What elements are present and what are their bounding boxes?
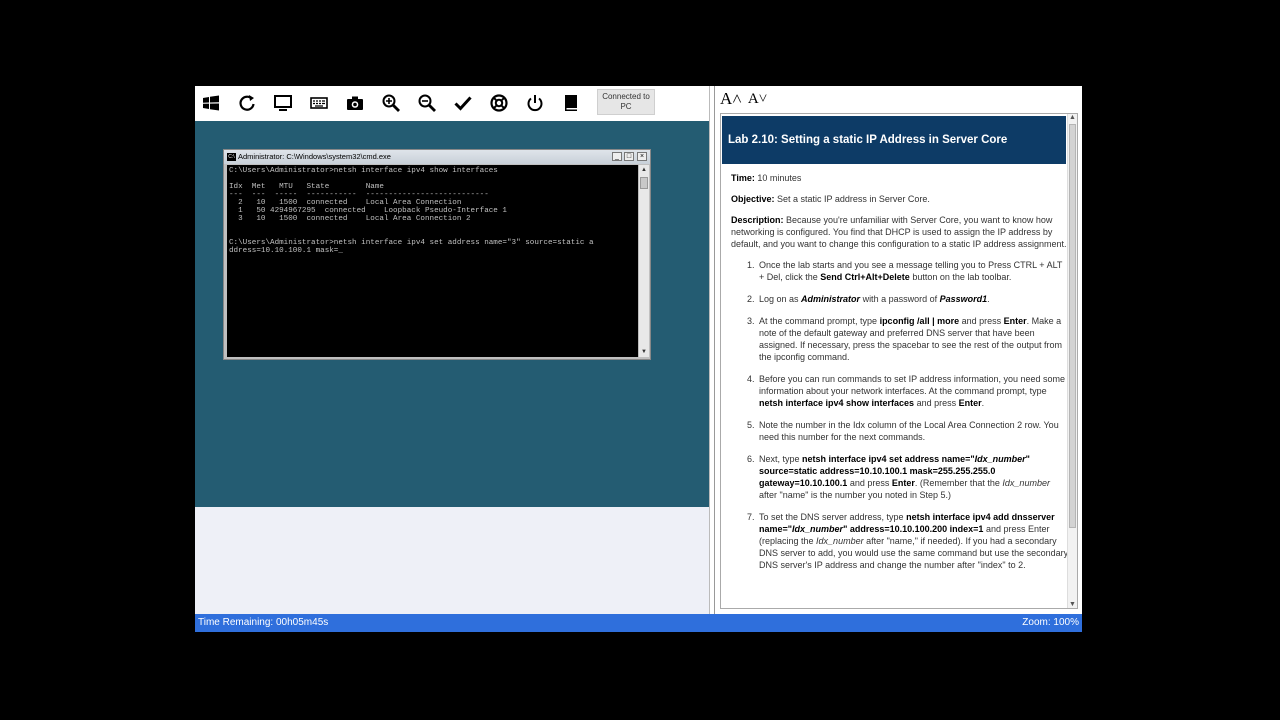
toolbar: Connected to PC <box>195 86 709 120</box>
lab-description: Description: Because you're unfamiliar w… <box>731 215 1067 249</box>
step-text: To set the DNS server address, type nets… <box>759 512 1069 570</box>
close-button[interactable]: × <box>637 152 647 161</box>
cmd-titlebar[interactable]: C:\ Administrator: C:\Windows\system32\cm… <box>224 150 650 164</box>
lab-step: 3. At the command prompt, type ipconfig /… <box>747 315 1069 363</box>
power-icon[interactable] <box>523 91 547 115</box>
step-number: 6. <box>747 454 755 464</box>
step-number: 7. <box>747 512 755 522</box>
book-icon[interactable] <box>559 91 583 115</box>
console-line: ddress=10.10.100.1 mask=_ <box>229 247 343 255</box>
cmd-title: Administrator: C:\Windows\system32\cmd.e… <box>238 152 391 161</box>
lab-step: 6. Next, type netsh interface ipv4 set ad… <box>747 453 1069 501</box>
time-remaining: Time Remaining: 00h05m45s <box>198 617 329 628</box>
zoom-level: Zoom: 100% <box>1022 617 1079 628</box>
keyboard-icon[interactable] <box>307 91 331 115</box>
lab-instructions[interactable]: Lab 2.10: Setting a static IP Address in… <box>720 113 1078 609</box>
scroll-down-icon[interactable]: ▼ <box>639 347 649 357</box>
lab-steps: 1. Once the lab starts and you see a mess… <box>747 259 1069 571</box>
check-icon[interactable] <box>451 91 475 115</box>
minimize-button[interactable]: _ <box>612 152 622 161</box>
refresh-icon[interactable] <box>235 91 259 115</box>
font-decrease-button[interactable]: A˅ <box>748 91 767 111</box>
cmd-scrollbar[interactable]: ▲ ▼ <box>638 165 649 357</box>
lab-time: Time: 10 minutes <box>731 173 802 183</box>
lab-content: Time: 10 minutes Objective: Set a static… <box>731 172 1069 581</box>
console-line: 3 10 1500 connected Local Area Connectio… <box>229 215 471 223</box>
lab-step: 4. Before you can run commands to set IP … <box>747 373 1069 409</box>
lab-step: 5. Note the number in the Idx column of t… <box>747 419 1069 443</box>
vm-screen[interactable]: C:\ Administrator: C:\Windows\system32\cm… <box>195 121 709 507</box>
step-number: 3. <box>747 316 755 326</box>
lab-panel: A˄ A˅ Lab 2.10: Setting a static IP Addr… <box>714 86 1082 614</box>
connection-status: Connected to PC <box>597 89 655 115</box>
maximize-button[interactable]: □ <box>624 152 634 161</box>
step-number: 2. <box>747 294 755 304</box>
step-text: Once the lab starts and you see a messag… <box>759 260 1063 282</box>
zoom-in-icon[interactable] <box>379 91 403 115</box>
connection-line2: PC <box>620 102 632 111</box>
cmd-scroll-thumb[interactable] <box>640 177 648 189</box>
camera-icon[interactable] <box>343 91 367 115</box>
step-number: 1. <box>747 260 755 270</box>
step-text: Log on as Administrator with a password … <box>759 294 990 304</box>
windows-icon[interactable] <box>199 91 223 115</box>
console-line: C:\Users\Administrator>netsh interface i… <box>229 167 498 175</box>
console-line: C:\Users\Administrator>netsh interface i… <box>229 239 594 247</box>
cmd-app-icon: C:\ <box>227 153 236 162</box>
lab-step: 7. To set the DNS server address, type ne… <box>747 511 1069 571</box>
step-text: At the command prompt, type ipconfig /al… <box>759 316 1062 362</box>
lab-step: 1. Once the lab starts and you see a mess… <box>747 259 1069 283</box>
lab-title: Lab 2.10: Setting a static IP Address in… <box>722 116 1066 164</box>
lab-scrollbar[interactable]: ▲ ▼ <box>1067 114 1077 608</box>
font-increase-button[interactable]: A˄ <box>720 89 742 111</box>
scroll-up-icon[interactable]: ▲ <box>1068 114 1077 121</box>
step-number: 4. <box>747 374 755 384</box>
lab-step: 2. Log on as Administrator with a passwor… <box>747 293 1069 305</box>
cmd-window[interactable]: C:\ Administrator: C:\Windows\system32\cm… <box>223 149 651 360</box>
zoom-out-icon[interactable] <box>415 91 439 115</box>
step-text: Next, type netsh interface ipv4 set addr… <box>759 454 1050 500</box>
step-number: 5. <box>747 420 755 430</box>
scroll-up-icon[interactable]: ▲ <box>639 165 649 175</box>
scroll-down-icon[interactable]: ▼ <box>1068 601 1077 608</box>
console-line: --- --- ----- ----------- --------------… <box>229 191 489 199</box>
lab-objective: Objective: Set a static IP address in Se… <box>731 194 930 204</box>
lab-scroll-thumb[interactable] <box>1069 124 1076 528</box>
cmd-console[interactable]: C:\Users\Administrator>netsh interface i… <box>227 165 638 357</box>
console-line: 2 10 1500 connected Local Area Connectio… <box>229 199 462 207</box>
step-text: Note the number in the Idx column of the… <box>759 420 1059 442</box>
status-bar: Time Remaining: 00h05m45s Zoom: 100% <box>195 614 1082 632</box>
font-controls: A˄ A˅ <box>720 89 767 111</box>
step-text: Before you can run commands to set IP ad… <box>759 374 1065 408</box>
console-line: 1 50 4294967295 connected Loopback Pseud… <box>229 207 507 215</box>
vm-bottom-area <box>195 507 709 614</box>
lab-app: Connected to PC C:\ Administrator: C:\Win… <box>195 86 1082 632</box>
monitor-icon[interactable] <box>271 91 295 115</box>
console-line: Idx Met MTU State Name <box>229 183 384 191</box>
help-icon[interactable] <box>487 91 511 115</box>
connection-line1: Connected to <box>602 92 650 101</box>
